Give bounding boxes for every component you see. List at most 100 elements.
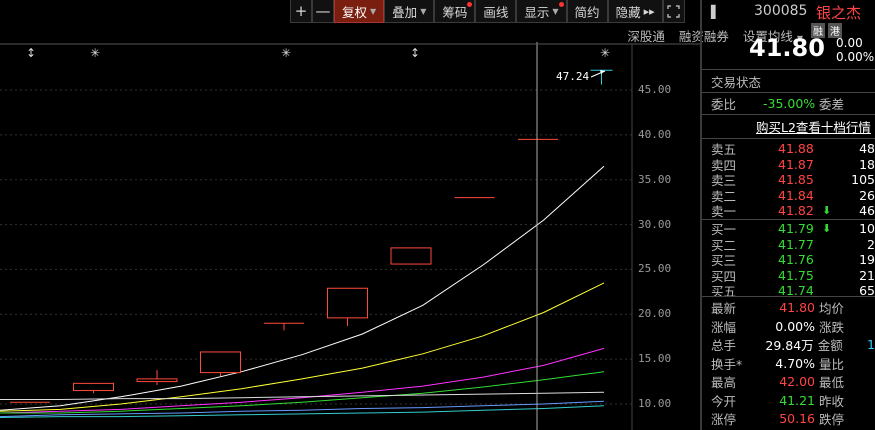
divider	[702, 69, 875, 70]
stats-row: 今开 41.21 昨收	[711, 392, 875, 409]
zoom-in-button[interactable]: +	[290, 0, 312, 23]
diejia-dropdown[interactable]: 叠加 ▼	[384, 0, 435, 23]
stat-label: 换手*	[711, 356, 743, 372]
stat-value: 1	[867, 337, 875, 352]
high-price-annotation: 47.24	[556, 70, 590, 83]
stat-value: 4.70%	[775, 355, 815, 371]
expand-panel-icon[interactable]: ▌	[711, 5, 720, 19]
stats-row: 涨幅 0.00% 涨跌	[711, 318, 875, 335]
stat-label: 涨跌	[819, 319, 845, 335]
ma-line-ma60	[0, 391, 605, 400]
fast-forward-icon: ▸▸	[643, 4, 655, 18]
sell-volume: 105	[851, 172, 875, 187]
high-arrow-icon	[590, 70, 606, 78]
sell-row[interactable]: 卖一 41.82 ⬇ 46	[711, 202, 875, 219]
fuquan-dropdown[interactable]: 复权 ▼	[334, 0, 385, 23]
notification-dot	[467, 2, 473, 7]
y-tick-label: 25.00	[638, 262, 672, 276]
stat-label: 涨幅	[711, 319, 737, 335]
sell-volume: 26	[859, 187, 875, 203]
stats-row: 总手 29.84万 金额 1	[711, 336, 875, 353]
stat-label: 最新	[711, 301, 737, 316]
xianshi-dropdown[interactable]: 显示 ▼	[516, 0, 567, 23]
chevron-down-icon: ▼	[370, 6, 377, 16]
stat-label: 量比	[819, 356, 845, 372]
last-price: 41.80	[749, 34, 825, 62]
candle-body	[327, 287, 368, 319]
ma-line-ma5	[0, 165, 605, 411]
price-change: 0.00	[836, 36, 863, 50]
y-tick-label: 40.00	[638, 127, 672, 141]
event-marker[interactable]: ✳	[90, 46, 100, 60]
buy-price: 41.77	[778, 236, 814, 252]
stat-value: 42.00	[779, 374, 815, 389]
moving-average-lines	[0, 165, 605, 418]
y-tick-label: 15.00	[638, 352, 672, 366]
chouma-label: 筹码	[442, 4, 468, 20]
y-tick-label: 10.00	[638, 397, 672, 410]
stat-label: 均价	[819, 301, 845, 316]
stats-row: 最高 42.00 最低	[711, 373, 875, 390]
stat-value: 41.80	[779, 300, 815, 315]
price-change-pct: 0.00%	[836, 50, 875, 64]
yincang-button[interactable]: 隐藏 ▸▸	[607, 0, 663, 23]
y-tick-label: 20.00	[638, 307, 672, 321]
chevron-down-icon: ▼	[420, 6, 427, 16]
weibi-value: -35.00%	[763, 96, 816, 111]
buy-volume: 10	[859, 221, 875, 236]
stat-value: 50.16	[779, 411, 815, 426]
chouma-button[interactable]: 筹码	[434, 0, 476, 23]
weibi-row: 委比 -35.00% 委差	[711, 95, 875, 112]
buy-volume: 19	[859, 252, 875, 267]
sell-price: 41.87	[778, 156, 814, 172]
sell-label: 卖一	[711, 204, 737, 219]
stat-label: 金额	[817, 338, 843, 353]
event-marker[interactable]: ✳	[600, 46, 610, 60]
stat-label: 昨收	[819, 393, 845, 409]
event-marker[interactable]: ✳	[281, 46, 291, 60]
stock-code: 300085	[754, 3, 808, 19]
event-marker[interactable]: ↕	[410, 46, 420, 60]
down-arrow-icon: ⬇	[822, 222, 832, 235]
stat-label: 最高	[711, 375, 737, 390]
zoom-out-button[interactable]: —	[312, 0, 334, 23]
weibi-label: 委比	[711, 97, 737, 112]
fullscreen-button[interactable]	[662, 0, 685, 23]
sell-volume: 18	[859, 156, 875, 172]
divider	[702, 296, 875, 297]
trade-status: 交易状态	[711, 75, 762, 90]
fuquan-label: 复权	[342, 4, 368, 20]
kline-chart[interactable]	[0, 0, 700, 430]
fullscreen-icon	[667, 4, 680, 18]
weicha-label: 委差	[819, 97, 845, 112]
stat-value: 41.21	[779, 392, 815, 408]
divider	[702, 92, 875, 93]
y-tick-label: 35.00	[638, 172, 672, 186]
stat-value: 29.84万	[765, 338, 814, 353]
huaxian-button[interactable]: 画线	[475, 0, 517, 23]
ma-line-ma10	[0, 282, 605, 412]
down-arrow-icon: ⬇	[822, 204, 832, 217]
stats-row: 涨停 50.16 跌停	[711, 410, 875, 427]
jianyue-button[interactable]: 简约	[566, 0, 608, 23]
event-marker[interactable]: ↕	[26, 46, 36, 60]
candle-body	[73, 382, 114, 392]
candle-body	[200, 351, 241, 374]
candle-body	[390, 247, 432, 265]
l2-purchase-link[interactable]: 购买L2查看十档行情	[756, 118, 875, 135]
stats-row: 最新 41.80 均价	[711, 299, 875, 316]
buy-price: 41.75	[778, 267, 814, 283]
yincang-label: 隐藏	[615, 4, 641, 20]
buy-volume: 2	[867, 236, 875, 252]
xianshi-label: 显示	[524, 4, 550, 20]
diejia-label: 叠加	[392, 4, 418, 20]
sell-price: 41.85	[778, 172, 814, 187]
shengutong-link[interactable]: 深股通	[627, 26, 665, 45]
buy-volume: 21	[859, 267, 875, 283]
sell-volume: 48	[859, 141, 875, 156]
sell-volume: 46	[859, 203, 875, 218]
quote-panel: ▌ 300085 银之杰 融 港 41.80 0.00 0.00% 交易状态 委…	[700, 0, 875, 430]
stats-row: 换手* 4.70% 量比	[711, 355, 875, 372]
y-tick-label: 30.00	[638, 217, 672, 231]
y-tick-label: 45.00	[638, 83, 672, 96]
